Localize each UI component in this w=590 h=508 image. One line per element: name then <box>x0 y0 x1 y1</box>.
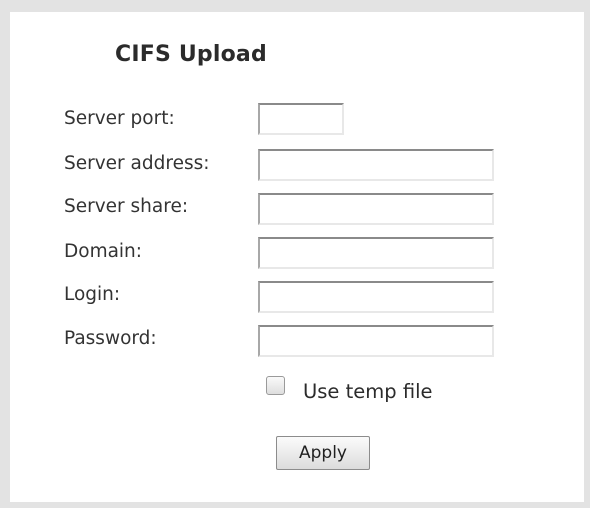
use-temp-file-label[interactable]: Use temp file <box>303 380 433 403</box>
password-input[interactable] <box>258 325 494 357</box>
server-port-input[interactable] <box>258 103 344 135</box>
panel-title: CIFS Upload <box>115 42 267 67</box>
domain-label: Domain: <box>64 241 143 262</box>
login-label: Login: <box>64 284 121 305</box>
server-address-input[interactable] <box>258 149 494 181</box>
server-share-label: Server share: <box>64 196 189 217</box>
login-input[interactable] <box>258 281 494 313</box>
server-address-label: Server address: <box>64 153 210 174</box>
server-port-label: Server port: <box>64 108 175 129</box>
cifs-upload-panel: CIFS Upload Server port: Server address:… <box>0 0 590 508</box>
password-label: Password: <box>64 328 157 349</box>
domain-input[interactable] <box>258 237 494 269</box>
apply-button[interactable]: Apply <box>276 436 370 470</box>
server-share-input[interactable] <box>258 193 494 225</box>
use-temp-file-checkbox[interactable] <box>266 376 285 395</box>
